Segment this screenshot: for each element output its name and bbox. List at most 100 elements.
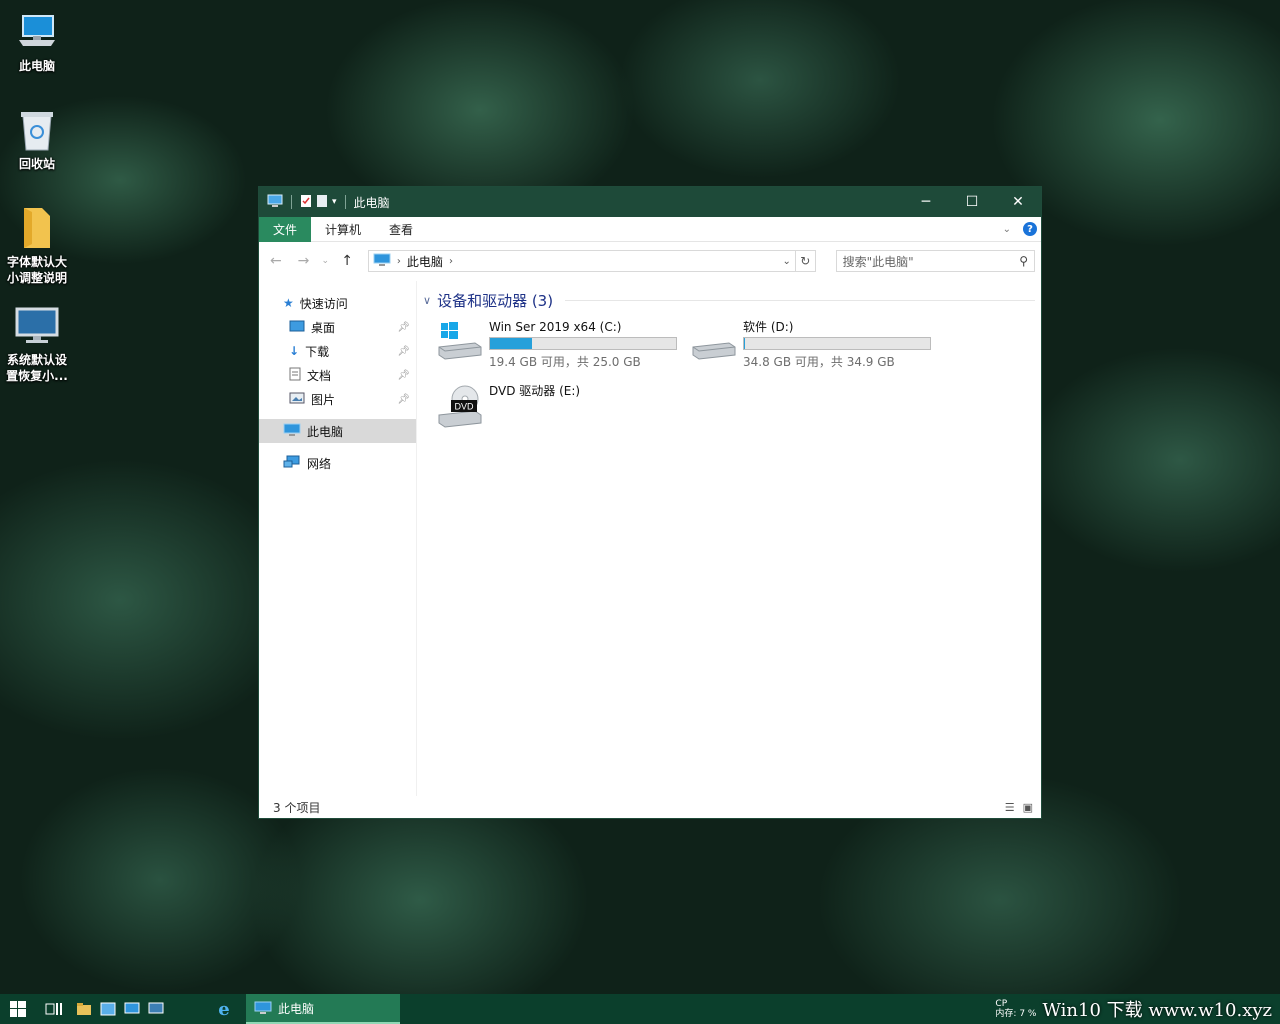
watermark-text: Win10 下载 www.w10.xyz bbox=[1042, 1000, 1272, 1021]
monitor-quicklaunch[interactable] bbox=[144, 994, 168, 1024]
desktop-icon-recycle-bin[interactable]: 回收站 bbox=[4, 106, 70, 172]
minimize-button[interactable]: ─ bbox=[903, 187, 949, 217]
title-bar: ▾ 此电脑 ─ ☐ ✕ bbox=[259, 187, 1041, 217]
drive-d[interactable]: 软件 (D:) 34.8 GB 可用，共 34.9 GB bbox=[689, 317, 943, 381]
show-desktop-icon bbox=[124, 1002, 140, 1014]
file-explorer-quicklaunch[interactable] bbox=[72, 994, 96, 1024]
network-icon bbox=[283, 455, 301, 472]
nav-documents[interactable]: 文档 📌︎ bbox=[259, 363, 416, 387]
system-tray: CP 内存: 7 % Win10 下载 www.w10.xyz bbox=[995, 996, 1280, 1022]
folder-icon bbox=[13, 204, 61, 252]
control-panel-quicklaunch[interactable] bbox=[96, 994, 120, 1024]
ribbon: 文件 计算机 查看 ⌄ ? bbox=[259, 216, 1041, 242]
nav-pictures[interactable]: 图片 📌︎ bbox=[259, 387, 416, 411]
nav-quick-access[interactable]: ★ 快速访问 bbox=[259, 291, 416, 315]
computer-icon bbox=[373, 253, 391, 270]
new-folder-icon[interactable] bbox=[316, 194, 328, 211]
chevron-right-icon[interactable]: › bbox=[397, 256, 401, 267]
pin-icon[interactable]: 📌︎ bbox=[397, 346, 410, 357]
chevron-down-icon[interactable]: ∨ bbox=[423, 294, 431, 307]
desktop-icon-this-pc[interactable]: 此电脑 bbox=[4, 8, 70, 74]
desktop-icon-label: 字体默认大小调整说明 bbox=[6, 255, 67, 285]
pictures-icon bbox=[289, 392, 305, 407]
drive-c[interactable]: Win Ser 2019 x64 (C:) 19.4 GB 可用，共 25.0 … bbox=[435, 317, 689, 381]
task-view-button[interactable] bbox=[36, 994, 72, 1024]
recent-locations-button[interactable]: ⌄ bbox=[320, 256, 330, 266]
desktop-icon-font-guide[interactable]: 字体默认大小调整说明 bbox=[4, 204, 70, 286]
search-placeholder: 搜索"此电脑" bbox=[842, 254, 914, 269]
nav-label: 快速访问 bbox=[299, 296, 348, 311]
start-button[interactable] bbox=[0, 994, 36, 1024]
download-icon: ↓ bbox=[289, 344, 300, 358]
task-view-icon bbox=[45, 1003, 62, 1015]
desktop-icon-label: 此电脑 bbox=[18, 59, 55, 73]
explorer-window: ▾ 此电脑 ─ ☐ ✕ 文件 计算机 查看 ⌄ ? ← → ⌄ ↑ › 此电脑 … bbox=[258, 186, 1042, 819]
help-icon[interactable]: ? bbox=[1023, 222, 1037, 236]
item-count: 3 个项目 bbox=[273, 800, 321, 815]
internet-explorer-icon: e bbox=[218, 998, 230, 1020]
recycle-bin-icon bbox=[13, 106, 61, 154]
nav-this-pc[interactable]: 此电脑 bbox=[259, 419, 416, 443]
tab-computer[interactable]: 计算机 bbox=[311, 217, 375, 242]
address-bar[interactable]: › 此电脑 › ⌄ bbox=[367, 250, 796, 272]
tab-view[interactable]: 查看 bbox=[375, 217, 427, 242]
document-icon bbox=[289, 367, 301, 384]
properties-icon[interactable] bbox=[300, 194, 312, 211]
taskbar-item-this-pc[interactable]: 此电脑 bbox=[246, 994, 400, 1024]
search-icon: ⚲ bbox=[1019, 254, 1028, 268]
control-panel-icon bbox=[100, 1002, 116, 1016]
chevron-down-icon[interactable]: ▾ bbox=[332, 197, 337, 207]
content-pane: ∨ 设备和驱动器 (3) Win Ser 2019 x64 (C:) 19.4 … bbox=[417, 281, 1041, 796]
windows-drive-icon bbox=[435, 317, 483, 365]
drive-usage-fill bbox=[744, 338, 745, 349]
drive-name: DVD 驱动器 (E:) bbox=[489, 384, 581, 398]
search-input[interactable]: 搜索"此电脑" ⚲ bbox=[835, 250, 1035, 272]
large-icons-view-icon[interactable]: ▣ bbox=[1023, 801, 1033, 814]
drive-usage-bar bbox=[489, 337, 677, 350]
desktop-quicklaunch[interactable] bbox=[120, 994, 144, 1024]
monitor-icon bbox=[148, 1002, 164, 1014]
dvd-drive-icon: DVD bbox=[435, 381, 483, 429]
drive-name: 软件 (D:) bbox=[743, 320, 794, 334]
ie-button[interactable]: e bbox=[206, 994, 242, 1024]
monitor-icon bbox=[13, 302, 61, 350]
up-button[interactable]: ↑ bbox=[336, 253, 358, 269]
maximize-button[interactable]: ☐ bbox=[949, 187, 995, 217]
nav-label: 文档 bbox=[307, 368, 332, 383]
forward-button[interactable]: → bbox=[293, 253, 315, 269]
nav-desktop[interactable]: 桌面 📌︎ bbox=[259, 315, 416, 339]
mem-label: 内存: bbox=[995, 1009, 1017, 1019]
details-view-icon[interactable]: ☰ bbox=[1005, 801, 1015, 814]
nav-label: 网络 bbox=[307, 456, 332, 471]
desktop-icon-label: 回收站 bbox=[18, 157, 55, 171]
group-title: 设备和驱动器 (3) bbox=[437, 291, 554, 310]
file-explorer-icon bbox=[77, 1003, 91, 1015]
desktop-icon bbox=[289, 320, 305, 335]
drive-icon bbox=[689, 317, 737, 365]
nav-network[interactable]: 网络 bbox=[259, 451, 416, 475]
refresh-button[interactable]: ↻ bbox=[795, 250, 816, 272]
drive-e[interactable]: DVD DVD 驱动器 (E:) bbox=[435, 381, 689, 445]
back-button[interactable]: ← bbox=[265, 253, 287, 269]
chevron-right-icon[interactable]: › bbox=[449, 256, 453, 267]
pin-icon[interactable]: 📌︎ bbox=[397, 394, 410, 405]
navigation-pane: ★ 快速访问 桌面 📌︎ ↓ 下载 📌︎ 文档 📌︎ 图片 📌︎ 此电脑 网络 bbox=[259, 281, 417, 796]
pin-icon[interactable]: 📌︎ bbox=[397, 322, 410, 333]
pin-icon[interactable]: 📌︎ bbox=[397, 370, 410, 381]
group-header[interactable]: ∨ 设备和驱动器 (3) bbox=[423, 289, 1035, 311]
navigation-bar: ← → ⌄ ↑ › 此电脑 › ⌄ ↻ 搜索"此电脑" ⚲ bbox=[259, 242, 1041, 280]
resource-meter[interactable]: CP 内存: 7 % bbox=[995, 999, 1036, 1019]
drive-free-text: 34.8 GB 可用，共 34.9 GB bbox=[743, 355, 895, 369]
window-title: 此电脑 bbox=[353, 195, 390, 210]
expand-ribbon-icon[interactable]: ⌄ bbox=[1003, 224, 1011, 235]
breadcrumb[interactable]: 此电脑 bbox=[407, 253, 443, 270]
tab-file[interactable]: 文件 bbox=[259, 216, 312, 242]
computer-icon bbox=[13, 8, 61, 56]
taskbar: e 此电脑 CP 内存: 7 % Win10 下载 www.w10.xyz bbox=[0, 994, 1280, 1024]
nav-downloads[interactable]: ↓ 下载 📌︎ bbox=[259, 339, 416, 363]
cpu-label: CP bbox=[995, 999, 1008, 1009]
nav-label: 图片 bbox=[311, 392, 336, 407]
close-button[interactable]: ✕ bbox=[995, 187, 1041, 217]
chevron-down-icon[interactable]: ⌄ bbox=[783, 256, 791, 267]
desktop-icon-restore[interactable]: 系统默认设置恢复小... bbox=[4, 302, 70, 384]
